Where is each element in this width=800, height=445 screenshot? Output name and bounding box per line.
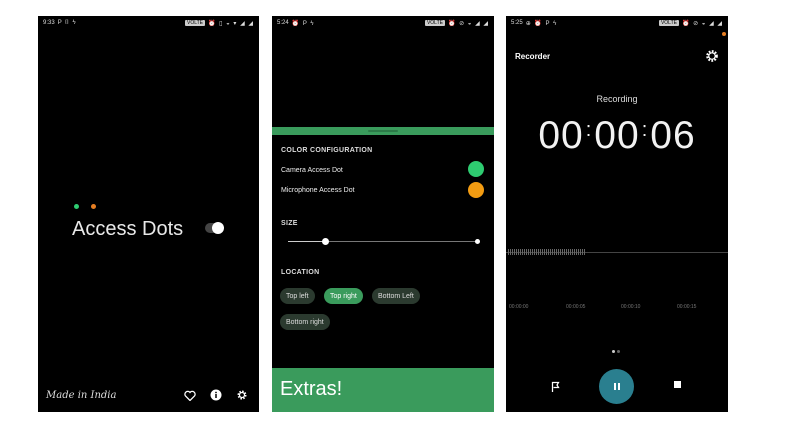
color-section-label: COLOR CONFIGURATION <box>281 147 373 154</box>
location-section-label: LOCATION <box>281 269 320 276</box>
toggle-knob <box>212 222 224 234</box>
recorder-screen: 5:25 ⊕ ⏰ P ϟ VOLTE ⏰ ⊘ ◒ ◢ ◢ Recorder Re… <box>506 16 728 412</box>
timeline-tick: 00:00:10 <box>621 304 641 310</box>
volte-badge: VOLTE <box>184 20 206 26</box>
size-slider-thumb[interactable] <box>322 238 330 245</box>
pause-icon <box>613 383 616 390</box>
settings-screen: 5:24 ⏰ P ϟ VOLTE ⏰ ⊘ ◒ ◢ ◢ COLOR CONFIGU… <box>272 16 494 412</box>
status-left-icons: P ⌷ ϟ <box>57 19 77 26</box>
flag-icon[interactable] <box>550 380 564 394</box>
chip-top-right[interactable]: Top right <box>324 288 363 304</box>
chip-top-left[interactable]: Top left <box>280 288 315 304</box>
chip-bottom-left[interactable]: Bottom Left <box>372 288 420 304</box>
page-indicator <box>612 350 620 353</box>
status-left-icons: ⊕ ⏰ P ϟ <box>525 20 558 27</box>
volte-badge: VOLTE <box>424 20 445 26</box>
status-left-icons: ⏰ P ϟ <box>291 20 315 27</box>
status-time: 5:24 <box>277 20 289 26</box>
gear-icon[interactable] <box>705 49 719 63</box>
volte-badge: VOLTE <box>658 20 679 26</box>
status-bar: 5:25 ⊕ ⏰ P ϟ VOLTE ⏰ ⊘ ◒ ◢ ◢ <box>506 16 728 30</box>
stop-button[interactable] <box>674 381 681 388</box>
camera-dot-label: Camera Access Dot <box>281 167 343 174</box>
gear-icon[interactable] <box>235 388 249 402</box>
drag-handle[interactable] <box>368 130 398 132</box>
timeline-tick: 00:00:15 <box>677 304 697 310</box>
app-title: Access Dots <box>72 218 184 240</box>
bottom-sheet-header[interactable] <box>272 127 494 135</box>
status-right-icons: ⏰ ⊘ ◒ ◢ ◢ <box>447 20 489 27</box>
microphone-dot-color-picker[interactable] <box>468 182 484 198</box>
timer-seconds: 06 <box>650 114 696 157</box>
status-time: 5:25 <box>511 20 523 26</box>
status-right-icons: ⏰ ▯ ◒ ▾ ◢ ◢ <box>208 20 254 27</box>
status-right-icons: ⏰ ⊘ ◒ ◢ ◢ <box>681 20 723 27</box>
microphone-dot-preview <box>91 204 96 209</box>
enable-toggle[interactable] <box>205 222 224 234</box>
size-section-label: SIZE <box>281 220 298 227</box>
recording-status: Recording <box>596 94 638 104</box>
app-title: Recorder <box>515 52 551 61</box>
status-time: 9:33 <box>43 20 55 26</box>
microphone-dot-label: Microphone Access Dot <box>281 187 355 194</box>
timeline-tick: 00:00:00 <box>509 304 529 310</box>
access-dots-screen: 9:33 P ⌷ ϟ VOLTE ⏰ ▯ ◒ ▾ ◢ ◢ Access Dots… <box>38 16 259 412</box>
timeline-tick: 00:00:05 <box>566 304 586 310</box>
extras-label: Extras! <box>280 378 343 400</box>
size-slider-end <box>475 239 480 244</box>
waveform <box>508 249 586 255</box>
status-bar: 5:24 ⏰ P ϟ VOLTE ⏰ ⊘ ◒ ◢ ◢ <box>272 16 494 30</box>
chip-bottom-right[interactable]: Bottom right <box>280 314 330 330</box>
heart-icon[interactable] <box>183 388 197 402</box>
pause-button[interactable] <box>599 369 634 404</box>
footer-text: Made in India <box>46 390 117 401</box>
timer-minutes: 00 <box>594 114 640 157</box>
bottom-actions <box>183 388 249 402</box>
status-bar: 9:33 P ⌷ ϟ VOLTE ⏰ ▯ ◒ ▾ ◢ ◢ <box>38 16 259 30</box>
elapsed-timer: 00:00:06 <box>538 114 696 157</box>
camera-dot-preview <box>74 204 79 209</box>
extras-banner[interactable]: Extras! <box>272 368 494 412</box>
size-slider-fill <box>288 241 326 242</box>
access-dot-indicator <box>722 32 726 36</box>
timer-hours: 00 <box>538 114 584 157</box>
camera-dot-color-picker[interactable] <box>468 161 484 177</box>
info-icon[interactable] <box>209 388 223 402</box>
